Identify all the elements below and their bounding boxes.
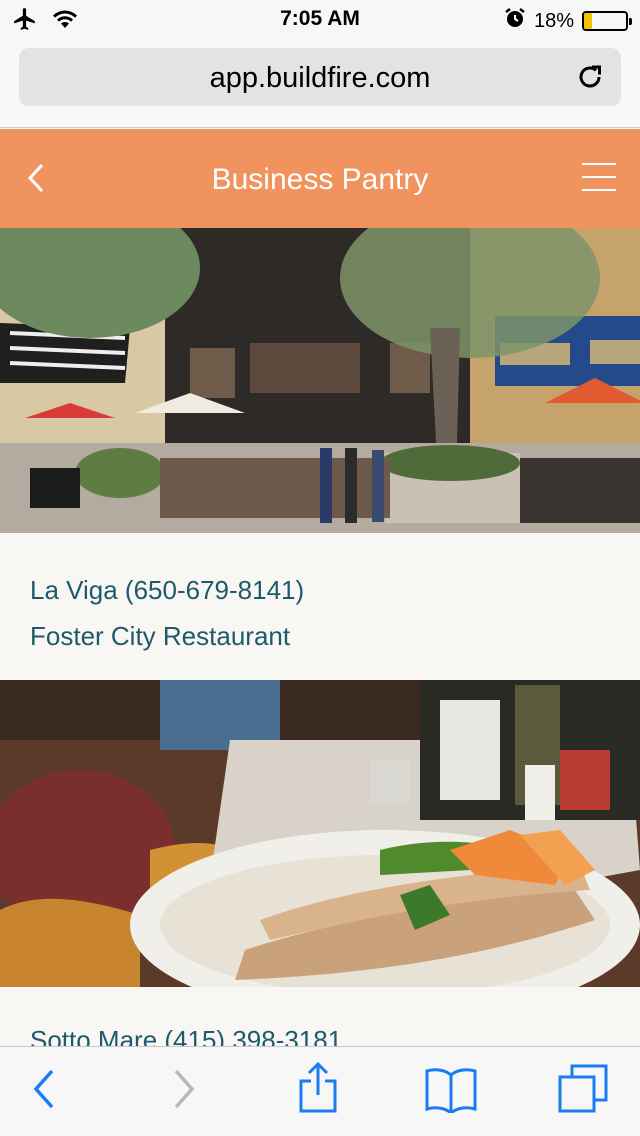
address-bar[interactable]: app.buildfire.com [19,48,621,106]
app-header: Business Pantry [0,129,640,228]
reload-icon[interactable] [575,62,605,92]
browser-toolbar [0,1046,640,1136]
battery-percent: 18% [533,9,574,32]
browser-url-area: app.buildfire.com [0,40,640,128]
hamburger-menu-icon[interactable] [582,163,616,191]
listing-1-subtitle[interactable]: Foster City Restaurant [30,613,610,659]
listing-1-title[interactable]: La Viga (650-679-8141) [30,567,610,613]
listing-2-title[interactable]: Sotto Mare (415) 398-3181 [30,1017,610,1046]
listing-image-dish[interactable] [0,680,640,987]
battery-fill [584,13,592,29]
url-text[interactable]: app.buildfire.com [19,62,621,95]
page-title: Business Pantry [211,163,429,196]
forward-arrow-icon[interactable] [170,1067,198,1116]
status-right: 18% [504,7,632,35]
listing-card-2[interactable]: Sotto Mare (415) 398-3181 [0,987,640,1046]
tabs-icon[interactable] [558,1063,610,1120]
listing-feed[interactable]: La Viga (650-679-8141) Foster City Resta… [0,228,640,1046]
back-arrow-icon[interactable] [30,1067,58,1116]
listing-image-storefront[interactable] [0,228,640,533]
share-icon[interactable] [297,1061,339,1120]
bookmarks-icon[interactable] [424,1067,478,1118]
battery-icon [582,11,632,31]
listing-card-1[interactable]: La Viga (650-679-8141) Foster City Resta… [0,533,640,680]
alarm-icon [504,7,526,35]
status-bar: 7:05 AM 18% [0,0,640,40]
